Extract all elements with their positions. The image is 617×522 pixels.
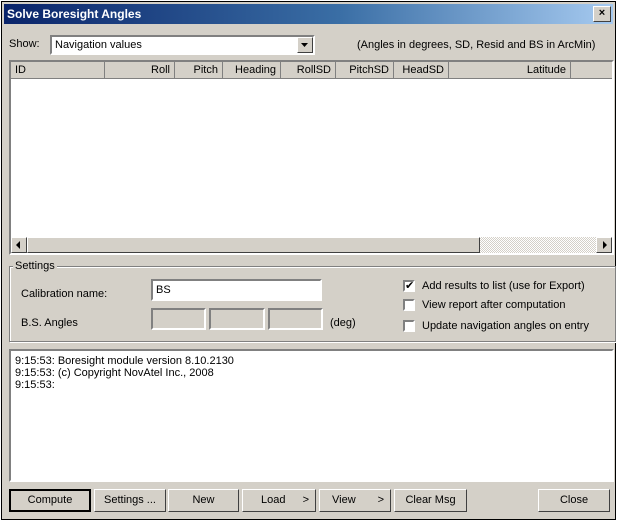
chevron-down-icon (301, 43, 308, 47)
units-note: (Angles in degrees, SD, Resid and BS in … (357, 39, 596, 51)
column-header-latitude[interactable]: Latitude (449, 62, 571, 79)
calibration-name-field[interactable]: BS (151, 279, 322, 301)
settings-group-label: Settings (13, 260, 57, 272)
column-header-pitchsd[interactable]: PitchSD (336, 62, 394, 79)
column-header-filler (571, 62, 612, 79)
scroll-thumb[interactable] (27, 237, 480, 253)
table-header: ID Roll Pitch Heading RollSD PitchSD Hea… (11, 62, 612, 79)
clear-messages-button[interactable]: Clear Msg (394, 489, 467, 512)
column-header-id[interactable]: ID (11, 62, 105, 79)
column-header-heading[interactable]: Heading (223, 62, 281, 79)
message-log[interactable]: 9:15:53: Boresight module version 8.10.2… (9, 349, 614, 482)
calibration-name-value: BS (156, 284, 171, 296)
bs-angle-heading-field (268, 308, 323, 330)
settings-button[interactable]: Settings ... (94, 489, 166, 512)
scroll-track[interactable] (480, 237, 596, 253)
load-arrow-icon: > (302, 494, 309, 506)
bs-angles-label: B.S. Angles (21, 317, 78, 329)
chevron-right-icon (603, 241, 607, 249)
new-button[interactable]: New (168, 489, 239, 512)
show-selected-value: Navigation values (55, 39, 142, 51)
dropdown-arrow-button[interactable] (297, 37, 313, 53)
log-line: 9:15:53: (c) Copyright NovAtel Inc., 200… (15, 367, 214, 379)
title-bar[interactable]: Solve Boresight Angles × (4, 4, 613, 24)
bs-angles-unit: (deg) (330, 317, 356, 329)
close-window-button[interactable]: × (593, 6, 611, 22)
show-label: Show: (9, 38, 40, 50)
scroll-right-button[interactable] (596, 237, 612, 253)
update-navigation-checkbox[interactable] (403, 320, 415, 332)
add-results-checkbox[interactable]: ✔ (403, 280, 415, 292)
view-button-label: View (332, 494, 356, 506)
checkmark-icon: ✔ (405, 280, 415, 292)
update-navigation-label[interactable]: Update navigation angles on entry (422, 320, 589, 332)
compute-button[interactable]: Compute (9, 489, 91, 512)
log-line: 9:15:53: Boresight module version 8.10.2… (15, 355, 234, 367)
view-arrow-icon: > (377, 494, 384, 506)
column-header-pitch[interactable]: Pitch (175, 62, 223, 79)
show-dropdown[interactable]: Navigation values (50, 35, 315, 55)
view-button[interactable]: View > (319, 489, 391, 512)
calibration-name-label: Calibration name: (21, 288, 108, 300)
message-log-lines: 9:15:53: Boresight module version 8.10.2… (15, 355, 234, 391)
navigation-table[interactable]: ID Roll Pitch Heading RollSD PitchSD Hea… (9, 60, 614, 255)
view-report-checkbox[interactable] (403, 299, 415, 311)
log-line: 9:15:53: (15, 379, 55, 391)
dialog-window: Solve Boresight Angles × Show: Navigatio… (1, 1, 616, 520)
load-button[interactable]: Load > (242, 489, 316, 512)
horizontal-scrollbar[interactable] (11, 237, 612, 253)
chevron-left-icon (16, 241, 20, 249)
bs-angle-roll-field (151, 308, 206, 330)
column-header-headsd[interactable]: HeadSD (394, 62, 449, 79)
scroll-left-button[interactable] (11, 237, 27, 253)
column-header-roll[interactable]: Roll (105, 62, 175, 79)
add-results-label[interactable]: Add results to list (use for Export) (422, 280, 585, 292)
close-button[interactable]: Close (538, 489, 610, 512)
load-button-label: Load (261, 494, 286, 506)
window-title: Solve Boresight Angles (7, 7, 142, 21)
view-report-label[interactable]: View report after computation (422, 299, 565, 311)
column-header-rollsd[interactable]: RollSD (281, 62, 336, 79)
bs-angle-pitch-field (209, 308, 265, 330)
